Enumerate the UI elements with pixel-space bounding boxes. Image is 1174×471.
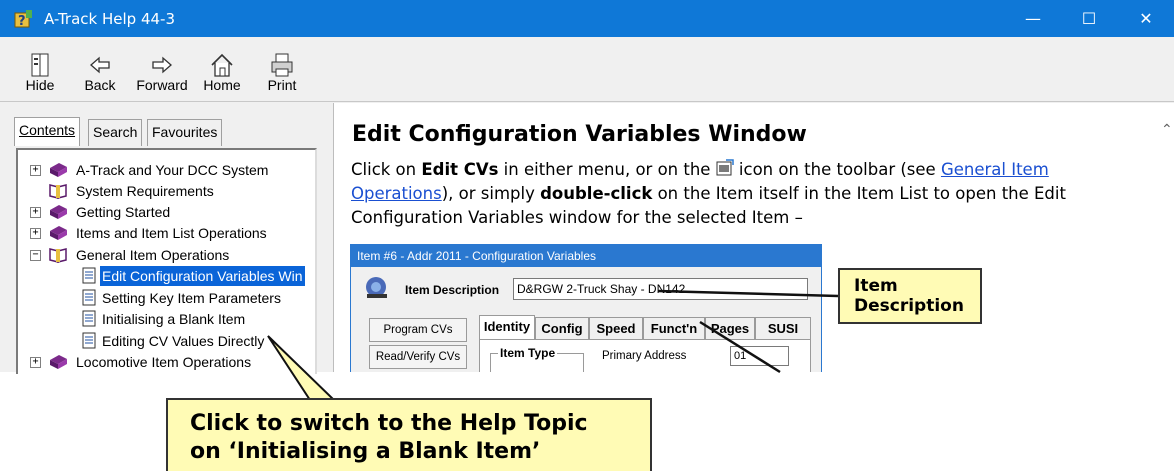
help-topic-callout: Click to switch to the Help Topic on ‘In… <box>166 398 652 471</box>
item-description-callout: Item Description <box>838 268 982 324</box>
callout-line-2: on ‘Initialising a Blank Item’ <box>190 439 541 464</box>
item-description-arrow <box>657 289 839 298</box>
callout-line-1: Click to switch to the Help Topic <box>190 411 588 436</box>
callout-item-description-text: Item Description <box>854 276 964 316</box>
funct-tab-arrow <box>699 320 781 374</box>
help-topic-pointer <box>267 335 337 401</box>
